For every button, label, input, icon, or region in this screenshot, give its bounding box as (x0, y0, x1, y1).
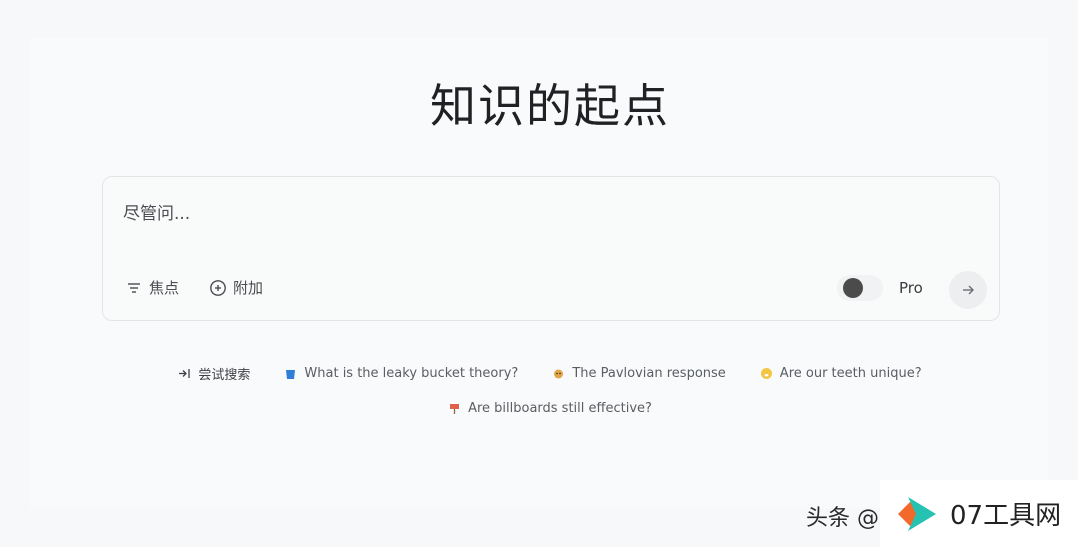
page-title: 知识的起点 (430, 79, 670, 133)
suggestion-item[interactable]: The Pavlovian response (552, 366, 726, 381)
try-search-label: 尝试搜索 (178, 364, 250, 383)
suggestion-item[interactable]: Are billboards still effective? (448, 401, 652, 416)
suggestions: 尝试搜索 What is the leaky bucket theory? Th… (0, 364, 1078, 416)
suggestion-row: Are billboards still effective? (448, 401, 652, 416)
plus-circle-icon (210, 279, 226, 296)
focus-button[interactable]: 焦点 (125, 277, 179, 298)
focus-label: 焦点 (149, 279, 180, 297)
arrow-right-icon (963, 285, 974, 295)
search-input[interactable] (123, 201, 823, 227)
pro-toggle[interactable] (837, 275, 883, 301)
brand-name: 07工具网 (950, 501, 1062, 531)
suggestion-item[interactable]: What is the leaky bucket theory? (284, 366, 518, 381)
pro-label: Pro (899, 279, 923, 297)
bucket-icon (286, 370, 296, 379)
brand-logo-icon (898, 496, 936, 531)
suggestion-row: 尝试搜索 What is the leaky bucket theory? Th… (178, 364, 922, 383)
filter-icon (128, 282, 140, 293)
attach-label: 附加 (233, 279, 264, 297)
face-icon (760, 368, 772, 379)
search-box: 焦点 附加 Pro (102, 176, 1000, 321)
watermark-badge: 07工具网 (880, 480, 1078, 547)
suggestion-item[interactable]: Are our teeth unique? (760, 366, 922, 381)
toggle-knob (843, 278, 863, 298)
submit-button[interactable] (949, 271, 987, 309)
billboard-icon (450, 404, 460, 414)
watermark-text: 头条 @ (806, 506, 879, 531)
attach-button[interactable]: 附加 (209, 277, 263, 298)
dog-icon (554, 369, 564, 379)
enter-arrow-icon (179, 369, 191, 378)
